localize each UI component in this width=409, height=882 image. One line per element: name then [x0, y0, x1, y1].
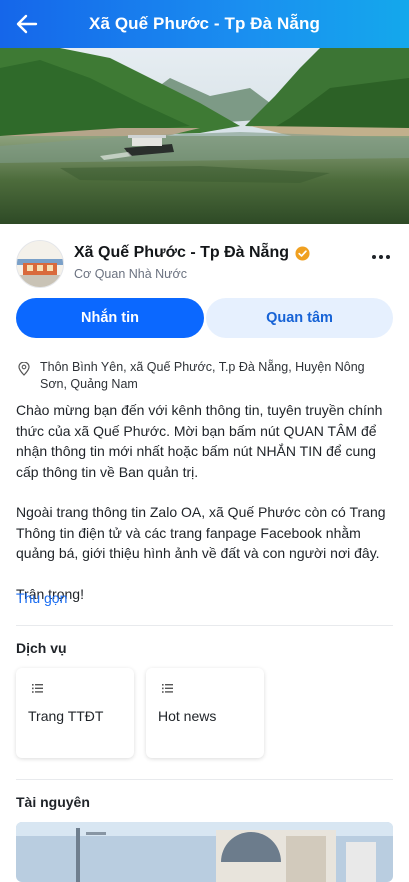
divider [16, 779, 393, 780]
description: Chào mừng bạn đến với kênh thông tin, tu… [16, 400, 396, 624]
location-pin-icon [18, 362, 30, 376]
list-icon [32, 684, 43, 693]
service-label: Trang TTĐT [28, 708, 104, 724]
arrow-left-icon[interactable] [14, 12, 40, 36]
cover-photo [0, 48, 409, 224]
collapse-link[interactable]: Thu gọn [16, 590, 67, 606]
header-title: Xã Quế Phước - Tp Đà Nẵng [89, 14, 320, 33]
avatar[interactable] [16, 240, 64, 288]
more-dots-icon[interactable] [371, 250, 391, 264]
profile-category: Cơ Quan Nhà Nước [74, 267, 187, 281]
message-button[interactable]: Nhắn tin [16, 298, 204, 338]
profile-name: Xã Quế Phước - Tp Đà Nẵng [74, 244, 289, 261]
address-row: Thôn Bình Yên, xã Quế Phước, T.p Đà Nẵng… [16, 359, 393, 393]
service-card-trang-ttdt[interactable]: Trang TTĐT [16, 668, 134, 758]
service-card-hot-news[interactable]: Hot news [146, 668, 264, 758]
list-icon [162, 684, 173, 693]
follow-button[interactable]: Quan tâm [206, 298, 393, 338]
divider [16, 625, 393, 626]
address-text: Thôn Bình Yên, xã Quế Phước, T.p Đà Nẵng… [40, 360, 365, 391]
description-paragraph: Chào mừng bạn đến với kênh thông tin, tu… [16, 402, 383, 480]
resources-title: Tài nguyên [16, 794, 90, 810]
resource-thumbnail[interactable] [16, 822, 393, 882]
verified-badge-icon [295, 245, 310, 261]
services-title: Dịch vụ [16, 640, 67, 656]
description-paragraph: Trân trọng! [16, 585, 84, 602]
service-label: Hot news [158, 708, 217, 724]
profile-name-row: Xã Quế Phước - Tp Đà Nẵng [74, 244, 310, 262]
top-app-bar: Xã Quế Phước - Tp Đà Nẵng [0, 0, 409, 48]
description-paragraph: Ngoài trang thông tin Zalo OA, xã Quế Ph… [16, 504, 386, 561]
